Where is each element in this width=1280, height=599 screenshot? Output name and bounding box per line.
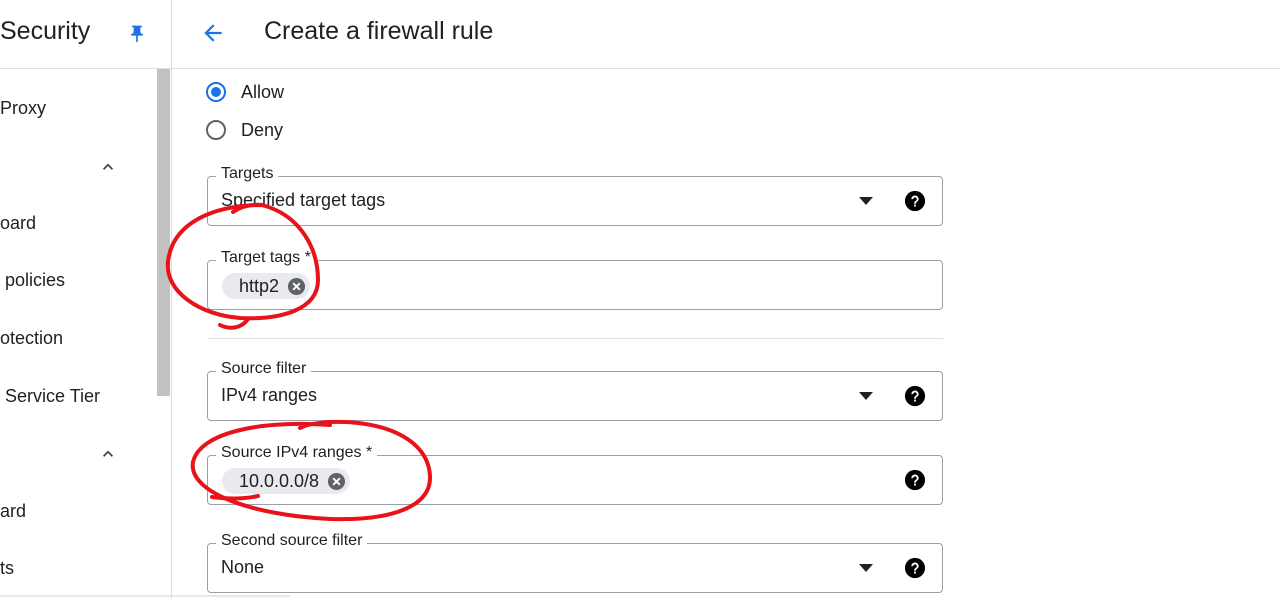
range-chip-label: 10.0.0.0/8 [239,470,320,491]
target-tags-input[interactable]: Target tags * http2 [207,249,943,310]
sidebar: Security Proxy oard policies otection Se… [0,0,172,599]
sidebar-bottom-divider [0,595,290,597]
radio-button-checked[interactable] [206,82,226,102]
source-filter-select[interactable]: Source filter IPv4 ranges [207,360,943,421]
dropdown-arrow-icon[interactable] [858,390,874,402]
annotation-underline-target-tags [218,317,250,330]
targets-value: Specified target tags [221,190,386,210]
sidebar-item-ts[interactable]: ts [0,558,14,579]
targets-label: Targets [216,165,279,183]
sidebar-item-service-tier[interactable]: Service Tier [5,386,100,407]
sidebar-item-protection[interactable]: otection [0,328,63,349]
sidebar-scrollbar[interactable] [157,69,170,396]
sidebar-item-dashboard[interactable]: oard [0,213,36,234]
dropdown-arrow-icon[interactable] [858,562,874,574]
radio-allow[interactable]: Allow [206,79,284,105]
sidebar-item-proxy[interactable]: Proxy [0,98,46,119]
sidebar-divider [0,68,171,69]
dropdown-arrow-icon[interactable] [858,195,874,207]
source-ipv4-ranges-input[interactable]: Source IPv4 ranges * 10.0.0.0/8 [207,444,943,505]
radio-label-allow: Allow [241,81,285,102]
help-icon[interactable] [904,469,926,491]
help-icon[interactable] [904,190,926,212]
page-title: Create a firewall rule [264,17,494,45]
chevron-up-icon[interactable] [98,444,118,464]
source-filter-value: IPv4 ranges [221,385,318,405]
second-source-filter-label: Second source filter [216,532,368,550]
radio-button-unchecked[interactable] [206,120,226,140]
arrow-back-icon[interactable] [200,20,226,46]
help-icon[interactable] [904,557,926,579]
tag-chip-label: http2 [239,275,280,296]
targets-select[interactable]: Targets Specified target tags [207,165,943,226]
radio-deny[interactable]: Deny [206,117,283,143]
chevron-up-icon[interactable] [98,157,118,177]
source-filter-label: Source filter [216,360,312,378]
sidebar-title: Security [0,17,91,45]
range-chip[interactable]: 10.0.0.0/8 [222,468,351,494]
sidebar-item-policies[interactable]: policies [5,270,65,291]
help-icon[interactable] [904,385,926,407]
remove-chip-icon[interactable] [327,472,346,491]
sidebar-item-ard[interactable]: ard [0,501,26,522]
second-source-filter-select[interactable]: Second source filter None [207,532,943,593]
pin-icon[interactable] [127,24,147,44]
radio-label-deny: Deny [241,119,284,140]
source-ranges-label: Source IPv4 ranges * [216,444,378,462]
target-tags-label: Target tags * [216,249,316,267]
remove-chip-icon[interactable] [287,277,306,296]
page-header: Create a firewall rule [172,0,1280,69]
second-source-filter-value: None [221,557,265,577]
section-divider [207,338,943,339]
tag-chip[interactable]: http2 [222,273,311,299]
